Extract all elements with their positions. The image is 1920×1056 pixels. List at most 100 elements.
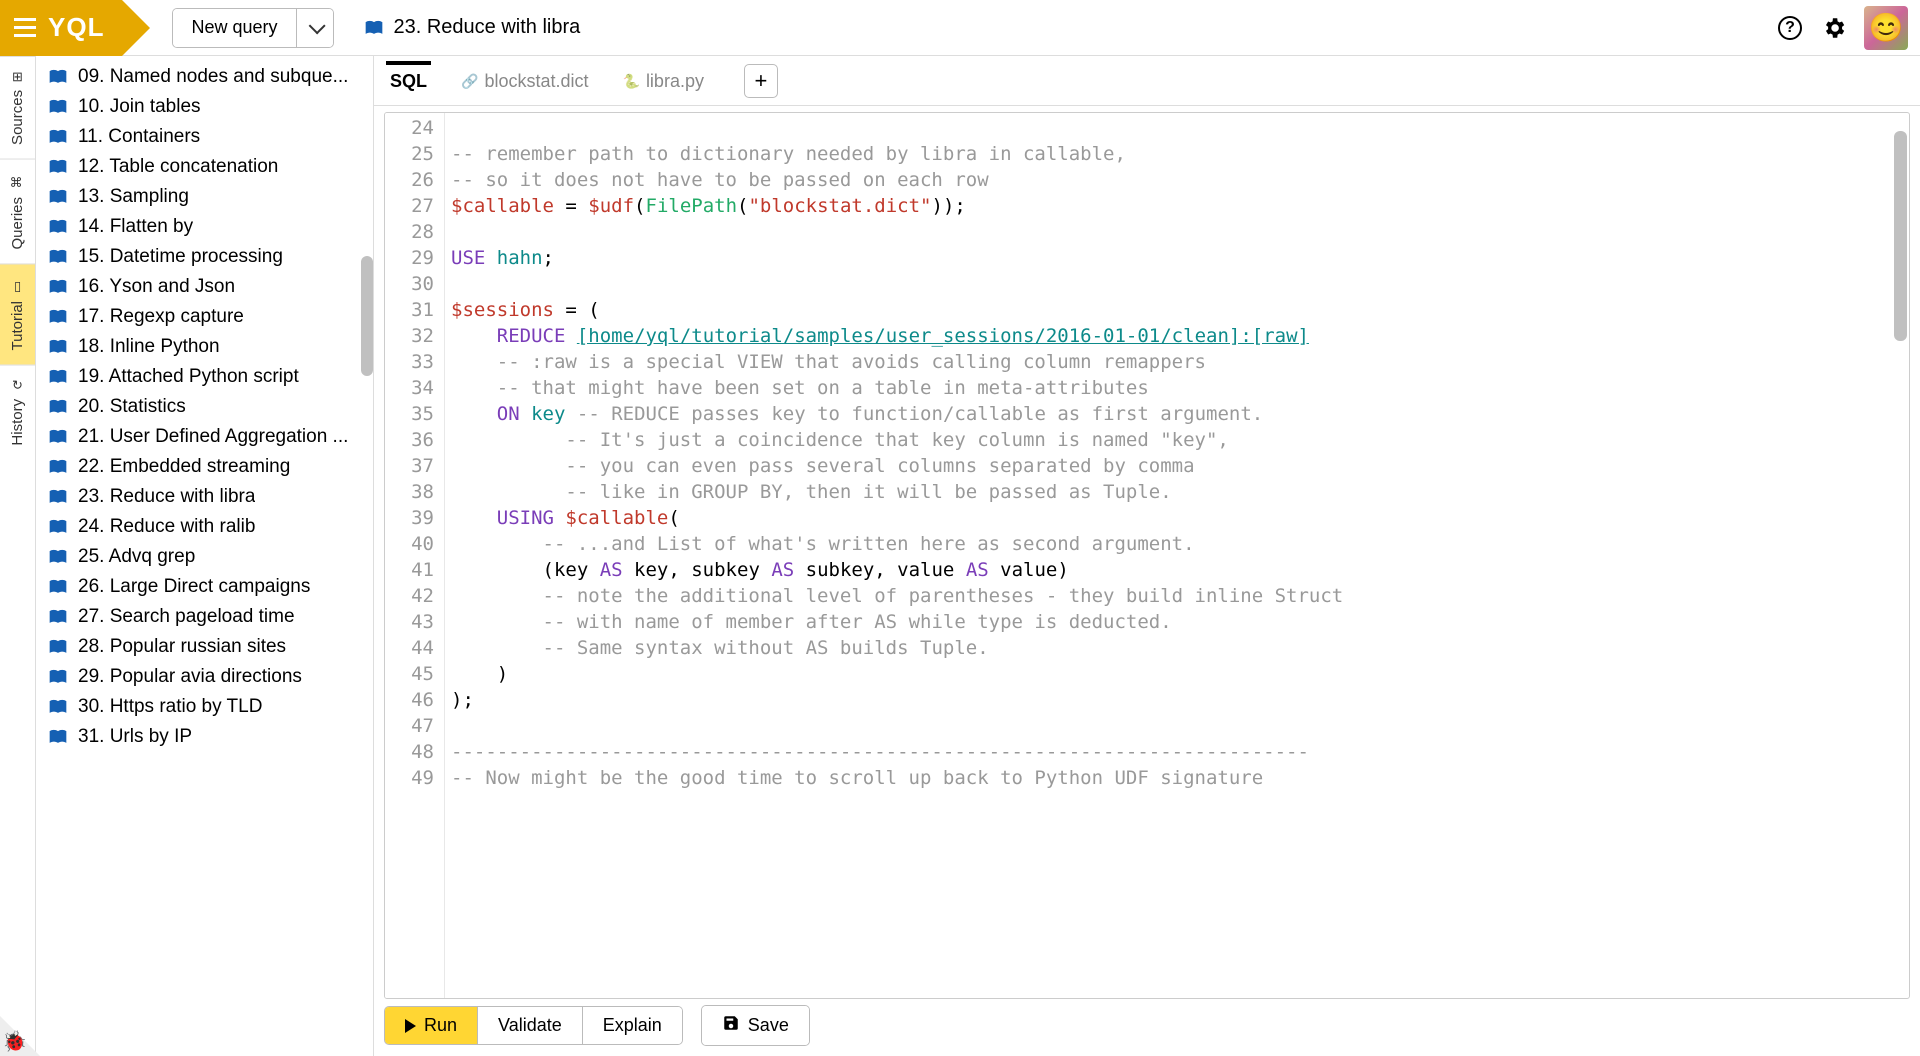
breadcrumb: 23. Reduce with libra <box>364 16 581 39</box>
new-query-dropdown[interactable] <box>296 9 333 47</box>
code-line[interactable]: -- Same syntax without AS builds Tuple. <box>451 635 1909 661</box>
book-icon <box>48 729 68 745</box>
tutorial-item[interactable]: 27. Search pageload time <box>36 602 373 632</box>
code-line[interactable]: REDUCE [home/yql/tutorial/samples/user_s… <box>451 323 1909 349</box>
tutorial-label: 21. User Defined Aggregation ... <box>78 426 348 448</box>
tutorial-item[interactable]: 28. Popular russian sites <box>36 632 373 662</box>
token-comment: -- Now might be the good time to scroll … <box>451 767 1263 789</box>
code-line[interactable]: -- Now might be the good time to scroll … <box>451 765 1909 791</box>
token-kw: ON <box>497 403 520 425</box>
code-line[interactable]: -- :raw is a special VIEW that avoids ca… <box>451 349 1909 375</box>
code-line[interactable]: $sessions = ( <box>451 297 1909 323</box>
tutorial-item[interactable]: 11. Containers <box>36 122 373 152</box>
editor-tab-libra-py[interactable]: 🐍libra.py <box>619 61 708 100</box>
token-var: $callable <box>565 507 668 529</box>
tutorial-label: 10. Join tables <box>78 96 201 118</box>
tutorial-item[interactable]: 31. Urls by IP <box>36 722 373 752</box>
line-number: 47 <box>385 713 434 739</box>
tutorial-item[interactable]: 10. Join tables <box>36 92 373 122</box>
code-line[interactable]: USING $callable( <box>451 505 1909 531</box>
bug-report-button[interactable]: 🐞 <box>0 1016 40 1056</box>
run-button[interactable]: Run <box>385 1007 477 1044</box>
code-line[interactable]: $callable = $udf(FilePath("blockstat.dic… <box>451 193 1909 219</box>
code-line[interactable]: -- so it does not have to be passed on e… <box>451 167 1909 193</box>
token-op: = ( <box>554 299 600 321</box>
tutorial-item[interactable]: 21. User Defined Aggregation ... <box>36 422 373 452</box>
scrollbar-thumb[interactable] <box>1894 131 1907 341</box>
token-op <box>451 429 565 451</box>
line-number: 41 <box>385 557 434 583</box>
side-tab-tutorial[interactable]: Tutorial▭ <box>0 263 35 364</box>
code-line[interactable]: ON key -- REDUCE passes key to function/… <box>451 401 1909 427</box>
tutorial-item[interactable]: 09. Named nodes and subque... <box>36 62 373 92</box>
tutorial-item[interactable]: 17. Regexp capture <box>36 302 373 332</box>
code-editor[interactable]: 2425262728293031323334353637383940414243… <box>384 112 1910 999</box>
code-line[interactable]: -- you can even pass several columns sep… <box>451 453 1909 479</box>
code-line[interactable]: -- note the additional level of parenthe… <box>451 583 1909 609</box>
code-line[interactable]: -- like in GROUP BY, then it will be pas… <box>451 479 1909 505</box>
line-number: 26 <box>385 167 434 193</box>
scrollbar-thumb[interactable] <box>361 256 373 376</box>
tutorial-item[interactable]: 12. Table concatenation <box>36 152 373 182</box>
side-tab-sources[interactable]: Sources⊞ <box>0 56 35 159</box>
code-line[interactable]: USE hahn; <box>451 245 1909 271</box>
line-number: 24 <box>385 115 434 141</box>
code-line[interactable]: (key AS key, subkey AS subkey, value AS … <box>451 557 1909 583</box>
token-op <box>520 403 531 425</box>
code-line[interactable] <box>451 219 1909 245</box>
token-op <box>451 455 565 477</box>
editor-tab-label: libra.py <box>646 71 704 92</box>
tutorial-item[interactable]: 18. Inline Python <box>36 332 373 362</box>
tutorial-label: 28. Popular russian sites <box>78 636 286 658</box>
line-number: 46 <box>385 687 434 713</box>
tutorial-item[interactable]: 25. Advq grep <box>36 542 373 572</box>
editor-tab-blockstat-dict[interactable]: 🔗blockstat.dict <box>457 61 592 100</box>
token-var: $udf <box>588 195 634 217</box>
code-line[interactable] <box>451 713 1909 739</box>
book-icon <box>48 309 68 325</box>
tutorial-label: 17. Regexp capture <box>78 306 244 328</box>
explain-button[interactable]: Explain <box>582 1007 682 1044</box>
help-button[interactable]: ? <box>1774 12 1806 44</box>
new-query-button[interactable]: New query <box>173 9 295 47</box>
add-tab-button[interactable]: + <box>744 64 778 98</box>
code-line[interactable]: ); <box>451 687 1909 713</box>
tutorial-item[interactable]: 20. Statistics <box>36 392 373 422</box>
code-line[interactable] <box>451 115 1909 141</box>
tutorial-label: 30. Https ratio by TLD <box>78 696 262 718</box>
tutorial-item[interactable]: 29. Popular avia directions <box>36 662 373 692</box>
tutorial-item[interactable]: 19. Attached Python script <box>36 362 373 392</box>
tutorial-item[interactable]: 13. Sampling <box>36 182 373 212</box>
editor-tab-sql[interactable]: SQL <box>386 61 431 100</box>
tutorial-item[interactable]: 15. Datetime processing <box>36 242 373 272</box>
side-tab-history[interactable]: History↻ <box>0 365 35 460</box>
code-line[interactable]: -- ...and List of what's written here as… <box>451 531 1909 557</box>
line-number: 39 <box>385 505 434 531</box>
token-kw: AS <box>600 559 623 581</box>
action-bar: Run Validate Explain Save <box>374 999 1920 1056</box>
tutorial-item[interactable]: 23. Reduce with libra <box>36 482 373 512</box>
code-line[interactable] <box>451 271 1909 297</box>
code-line[interactable]: -- remember path to dictionary needed by… <box>451 141 1909 167</box>
book-icon <box>48 489 68 505</box>
code-line[interactable]: -- with name of member after AS while ty… <box>451 609 1909 635</box>
code-body[interactable]: -- remember path to dictionary needed by… <box>445 113 1909 998</box>
save-button[interactable]: Save <box>702 1006 809 1045</box>
line-number: 45 <box>385 661 434 687</box>
code-line[interactable]: -- It's just a coincidence that key colu… <box>451 427 1909 453</box>
tutorial-item[interactable]: 22. Embedded streaming <box>36 452 373 482</box>
tutorial-item[interactable]: 24. Reduce with ralib <box>36 512 373 542</box>
code-line[interactable]: -- that might have been set on a table i… <box>451 375 1909 401</box>
menu-toggle[interactable] <box>14 18 36 37</box>
side-tab-queries[interactable]: Queries⌘ <box>0 159 35 264</box>
code-line[interactable]: ) <box>451 661 1909 687</box>
code-line[interactable]: ----------------------------------------… <box>451 739 1909 765</box>
tutorial-item[interactable]: 30. Https ratio by TLD <box>36 692 373 722</box>
tutorial-item[interactable]: 26. Large Direct campaigns <box>36 572 373 602</box>
tutorial-item[interactable]: 16. Yson and Json <box>36 272 373 302</box>
settings-button[interactable] <box>1818 12 1850 44</box>
validate-button[interactable]: Validate <box>477 1007 582 1044</box>
tutorial-label: 29. Popular avia directions <box>78 666 302 688</box>
tutorial-item[interactable]: 14. Flatten by <box>36 212 373 242</box>
avatar[interactable]: 😊 <box>1864 6 1908 50</box>
